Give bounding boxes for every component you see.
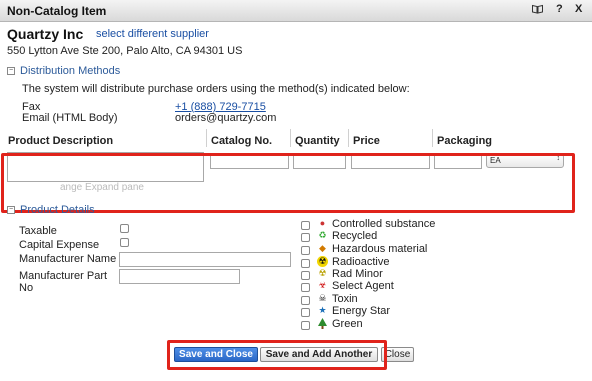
green-checkbox[interactable] [301, 321, 310, 330]
select-different-supplier-link[interactable]: select different supplier [96, 28, 209, 40]
email-label: Email (HTML Body) [22, 112, 118, 124]
collapse-product-details-toggle[interactable]: − [7, 206, 15, 214]
manufacturer-name-label: Manufacturer Name [19, 253, 117, 265]
energy-star-checkbox[interactable] [301, 308, 310, 317]
attribute-row: ☣ Select Agent [298, 280, 588, 293]
toxin-icon: ☠ [318, 293, 327, 303]
manufacturer-part-label: Manufacturer Part [19, 270, 108, 282]
attribute-label: Recycled [332, 230, 378, 242]
help-icon[interactable]: ? [556, 3, 563, 15]
supplier-name: Quartzy Inc [7, 26, 84, 42]
taxable-label: Taxable [19, 225, 57, 237]
green-tree-icon [317, 318, 328, 329]
obscured-expand-text: ange Expand pane [60, 182, 144, 193]
hazardous-material-checkbox[interactable] [301, 246, 310, 255]
radioactive-checkbox[interactable] [301, 259, 310, 268]
manufacturer-name-input[interactable] [119, 252, 291, 267]
capital-expense-label: Capital Expense [19, 239, 100, 251]
distribution-heading: Distribution Methods [20, 65, 121, 77]
supplier-address: 550 Lytton Ave Ste 200, Palo Alto, CA 94… [7, 45, 243, 57]
col-price: Price [353, 135, 380, 147]
attribute-label: Radioactive [332, 256, 390, 268]
col-catalog-no: Catalog No. [211, 135, 273, 147]
radioactive-icon: ☢ [317, 256, 328, 267]
close-icon[interactable]: X [575, 3, 582, 15]
attribute-row: Green [298, 318, 588, 331]
col-quantity: Quantity [295, 135, 340, 147]
attribute-row: ★ Energy Star [298, 305, 588, 318]
taxable-checkbox[interactable] [120, 224, 129, 233]
attribute-label: Toxin [332, 293, 358, 305]
capital-expense-checkbox[interactable] [120, 238, 129, 247]
select-agent-checkbox[interactable] [301, 283, 310, 292]
energy-star-icon: ★ [318, 305, 327, 315]
book-icon[interactable] [532, 4, 543, 17]
col-product-description: Product Description [8, 135, 114, 147]
attribute-label: Energy Star [332, 305, 391, 317]
product-details-heading: Product Details [20, 204, 95, 216]
attribute-label: Rad Minor [332, 268, 383, 280]
rad-minor-icon: ☢ [318, 268, 327, 278]
product-attributes-list: ● Controlled substance ♻ Recycled ◆ Haza… [298, 218, 588, 358]
attribute-label: Select Agent [332, 280, 394, 292]
recycled-icon: ♻ [318, 230, 327, 240]
attribute-label: Green [332, 318, 363, 330]
toxin-checkbox[interactable] [301, 296, 310, 305]
attribute-row: ♻ Recycled [298, 230, 588, 243]
recycled-checkbox[interactable] [301, 233, 310, 242]
manufacturer-part-input[interactable] [119, 269, 240, 284]
highlight-box-actions [167, 340, 387, 370]
attribute-label: Controlled substance [332, 218, 436, 230]
rad-minor-checkbox[interactable] [301, 271, 310, 280]
controlled-substance-checkbox[interactable] [301, 221, 310, 230]
collapse-distribution-toggle[interactable]: − [7, 67, 15, 75]
hazardous-material-icon: ◆ [319, 243, 326, 253]
dialog-content: Quartzy Inc select different supplier 55… [0, 22, 592, 381]
dialog-title: Non-Catalog Item [7, 4, 107, 18]
controlled-substance-icon: ● [319, 218, 326, 228]
select-agent-icon: ☣ [318, 280, 327, 290]
email-value: orders@quartzy.com [175, 112, 277, 124]
dialog-title-bar: Non-Catalog Item ? X [0, 0, 592, 22]
distribution-intro: The system will distribute purchase orde… [22, 83, 410, 95]
attribute-label: Hazardous material [332, 243, 428, 255]
attribute-row: ◆ Hazardous material [298, 243, 588, 256]
col-packaging: Packaging [437, 135, 493, 147]
manufacturer-part-label-line2: No [19, 282, 34, 294]
